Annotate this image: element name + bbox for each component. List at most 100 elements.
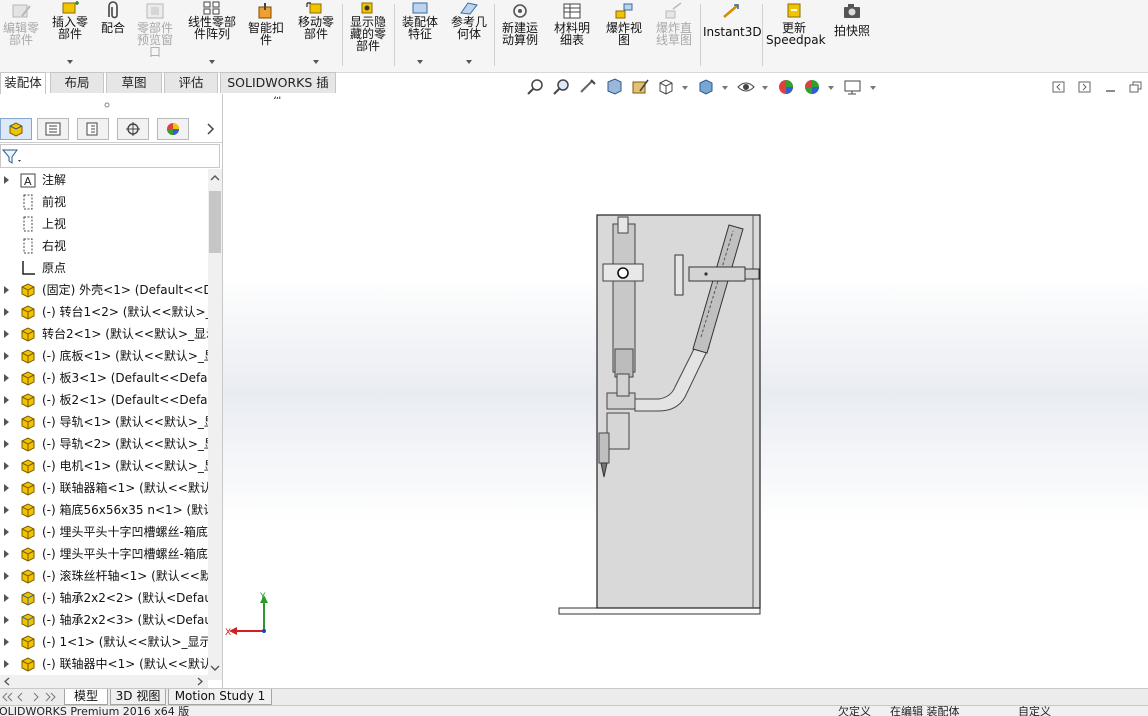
bill-of-materials-button[interactable]: 材料明细表 bbox=[549, 0, 595, 72]
expand-arrow-icon[interactable] bbox=[4, 286, 9, 294]
tab-evaluate[interactable]: 评估 bbox=[164, 72, 218, 93]
tab-scroll-arrows[interactable] bbox=[2, 691, 58, 703]
tree-item[interactable]: (-) 导轨<2> (默认<<默认>_显 bbox=[0, 433, 208, 455]
tab-layout[interactable]: 布局 bbox=[50, 72, 104, 93]
expand-arrow-icon[interactable] bbox=[4, 176, 9, 184]
expand-arrow-icon[interactable] bbox=[4, 616, 9, 624]
tree-item[interactable]: 原点 bbox=[0, 257, 208, 279]
scene-dropdown[interactable] bbox=[828, 86, 834, 90]
mate-button[interactable]: 配合 bbox=[96, 0, 130, 72]
update-speedpak-button[interactable]: 更新Speedpak bbox=[765, 0, 826, 72]
tree-item[interactable]: A 注解 bbox=[0, 169, 208, 191]
tab-featuremanager[interactable] bbox=[0, 118, 32, 140]
dynamic-annotation-button[interactable] bbox=[630, 77, 650, 99]
instant3d-button[interactable]: Instant3D bbox=[703, 0, 762, 72]
minimize-document-button[interactable] bbox=[1104, 77, 1118, 99]
display-style-button[interactable] bbox=[696, 77, 728, 99]
tab-dimxpertmanager[interactable] bbox=[117, 118, 149, 140]
tree-item[interactable]: (-) 底板<1> (默认<<默认>_显 bbox=[0, 345, 208, 367]
assembly-features-button[interactable]: 装配体特征 bbox=[396, 0, 444, 72]
edit-component-button[interactable]: 编辑零部件 bbox=[0, 0, 42, 72]
view-orientation-dropdown[interactable] bbox=[682, 86, 688, 90]
tree-item[interactable]: (-) 箱底56x56x35 n<1> (默认 bbox=[0, 499, 208, 521]
expand-arrow-icon[interactable] bbox=[4, 462, 9, 470]
tab-configurationmanager[interactable] bbox=[77, 118, 109, 140]
expand-arrow-icon[interactable] bbox=[4, 352, 9, 360]
expand-arrow-icon[interactable] bbox=[4, 594, 9, 602]
hide-show-items-button[interactable] bbox=[736, 77, 768, 99]
tree-scroll-thumb[interactable] bbox=[209, 191, 221, 253]
tree-item[interactable]: (-) 埋头平头十字凹槽螺丝-箱底 bbox=[0, 521, 208, 543]
expand-arrow-icon[interactable] bbox=[4, 572, 9, 580]
tree-item[interactable]: (-) 导轨<1> (默认<<默认>_显 bbox=[0, 411, 208, 433]
tab-assembly[interactable]: 装配体 bbox=[0, 72, 46, 94]
linear-pattern-dropdown[interactable] bbox=[209, 60, 215, 64]
take-snapshot-button[interactable]: 拍快照 bbox=[828, 0, 876, 72]
tree-item[interactable]: 转台2<1> (默认<<默认>_显示 bbox=[0, 323, 208, 345]
section-view-button[interactable] bbox=[604, 77, 624, 99]
tree-vertical-scrollbar[interactable] bbox=[208, 169, 222, 680]
panel-splitter-grip[interactable] bbox=[104, 102, 110, 108]
reference-geometry-button[interactable]: 参考几何体 bbox=[446, 0, 492, 72]
previous-view-button[interactable] bbox=[578, 77, 598, 99]
expand-arrow-icon[interactable] bbox=[4, 528, 9, 536]
zoom-to-fit-button[interactable] bbox=[526, 77, 546, 99]
tab-sketch[interactable]: 草图 bbox=[106, 72, 162, 93]
tree-item[interactable]: 右视 bbox=[0, 235, 208, 257]
tree-item[interactable]: (-) 板3<1> (Default<<Defaul bbox=[0, 367, 208, 389]
expand-arrow-icon[interactable] bbox=[4, 308, 9, 316]
view-orientation-button[interactable] bbox=[656, 77, 688, 99]
show-hidden-components-button[interactable]: 显示隐藏的零部件 bbox=[344, 0, 392, 72]
expand-arrow-icon[interactable] bbox=[4, 506, 9, 514]
reference-geometry-dropdown[interactable] bbox=[466, 60, 472, 64]
tree-horizontal-scrollbar[interactable] bbox=[0, 675, 208, 688]
expand-arrow-icon[interactable] bbox=[4, 660, 9, 668]
move-component-button[interactable]: 移动零部件 bbox=[292, 0, 340, 72]
insert-component-button[interactable]: 插入零部件 bbox=[46, 0, 94, 72]
move-component-dropdown[interactable] bbox=[313, 60, 319, 64]
tree-item[interactable]: (-) 转台1<2> (默认<<默认>_显 bbox=[0, 301, 208, 323]
tree-item[interactable]: 上视 bbox=[0, 213, 208, 235]
expand-arrow-icon[interactable] bbox=[4, 638, 9, 646]
tree-item[interactable]: (-) 滚珠丝杆轴<1> (默认<<默 bbox=[0, 565, 208, 587]
viewport-previous-button[interactable] bbox=[1052, 77, 1066, 99]
component-preview-window-button[interactable]: 零部件预览窗口 bbox=[133, 0, 177, 72]
tree-item[interactable]: 前视 bbox=[0, 191, 208, 213]
assembly-model-view[interactable]: Y X bbox=[223, 99, 1148, 688]
zoom-to-area-button[interactable] bbox=[552, 77, 572, 99]
display-style-dropdown[interactable] bbox=[722, 86, 728, 90]
expand-arrow-icon[interactable] bbox=[4, 440, 9, 448]
explode-line-sketch-button[interactable]: 爆炸直线草图 bbox=[651, 0, 697, 72]
view-settings-dropdown[interactable] bbox=[870, 86, 876, 90]
viewport-next-button[interactable] bbox=[1078, 77, 1092, 99]
expand-arrow-icon[interactable] bbox=[4, 396, 9, 404]
edit-appearance-button[interactable] bbox=[776, 77, 796, 99]
assembly-features-dropdown[interactable] bbox=[417, 60, 423, 64]
smart-fasteners-button[interactable]: 智能扣件 bbox=[244, 0, 288, 72]
tree-item[interactable]: (-) 电机<1> (默认<<默认>_显 bbox=[0, 455, 208, 477]
tree-item[interactable]: (-) 1<1> (默认<<默认>_显示 bbox=[0, 631, 208, 653]
tree-item[interactable]: (-) 轴承2x2<2> (默认<Defaul bbox=[0, 587, 208, 609]
apply-scene-button[interactable] bbox=[802, 77, 834, 99]
insert-component-dropdown[interactable] bbox=[67, 60, 73, 64]
tab-displaymanager[interactable] bbox=[157, 118, 189, 140]
expand-arrow-icon[interactable] bbox=[4, 484, 9, 492]
exploded-view-button[interactable]: 爆炸视图 bbox=[601, 0, 647, 72]
hide-show-dropdown[interactable] bbox=[762, 86, 768, 90]
tree-item[interactable]: (-) 联轴器中<1> (默认<<默认 bbox=[0, 653, 208, 675]
tree-item[interactable]: (-) 轴承2x2<3> (默认<Defaul bbox=[0, 609, 208, 631]
tab-model[interactable]: 模型 bbox=[64, 689, 108, 705]
panel-tabs-more-button[interactable] bbox=[203, 120, 219, 138]
tab-solidworks-addins[interactable]: SOLIDWORKS 插件 bbox=[220, 72, 336, 110]
expand-arrow-icon[interactable] bbox=[4, 374, 9, 382]
new-motion-study-button[interactable]: 新建运动算例 bbox=[497, 0, 543, 72]
restore-document-button[interactable] bbox=[1128, 77, 1144, 99]
tree-filter-bar[interactable] bbox=[0, 144, 220, 168]
tree-item[interactable]: (-) 板2<1> (Default<<Defaul bbox=[0, 389, 208, 411]
expand-arrow-icon[interactable] bbox=[4, 418, 9, 426]
tab-motion-study[interactable]: Motion Study 1 bbox=[168, 689, 272, 705]
tree-item[interactable]: (-) 埋头平头十字凹槽螺丝-箱底 bbox=[0, 543, 208, 565]
expand-arrow-icon[interactable] bbox=[4, 330, 9, 338]
graphics-area[interactable]: Y X bbox=[223, 99, 1148, 688]
expand-arrow-icon[interactable] bbox=[4, 550, 9, 558]
